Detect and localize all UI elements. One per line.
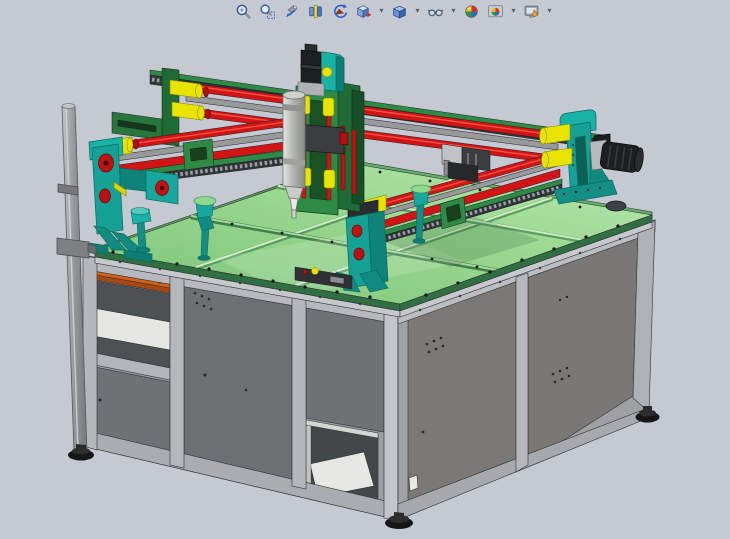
pole-collar: [57, 238, 89, 258]
slide-detail: [340, 132, 348, 145]
red-knob: [303, 270, 307, 274]
zoom-to-fit-button[interactable]: [233, 1, 254, 22]
hide-show-items-dropdown-arrow-icon[interactable]: ▾: [449, 1, 458, 21]
table-hole: [606, 201, 626, 211]
previous-view-icon: [283, 3, 300, 20]
pulley-hub: [352, 225, 362, 237]
slider-slot: [190, 147, 207, 161]
clamp-base: [413, 239, 425, 244]
yellow-knob: [322, 67, 332, 77]
rotate-view-button[interactable]: [329, 1, 350, 22]
clamp-cup-top: [194, 197, 216, 206]
tool-bit: [292, 210, 296, 218]
view-settings-icon: [523, 3, 540, 20]
hide-show-items-icon: [427, 3, 444, 20]
view-orientation-icon: [355, 3, 372, 20]
zoom-to-fit-icon: [235, 3, 252, 20]
apply-scene-icon: [487, 3, 504, 20]
pulley-hub: [100, 189, 111, 203]
vent: [409, 475, 418, 491]
section-view-button[interactable]: [305, 1, 326, 22]
clamp-base: [136, 247, 150, 253]
collar-knob: [88, 244, 96, 254]
3d-viewport[interactable]: [0, 0, 730, 539]
bracket-side: [336, 56, 344, 92]
view-settings-button[interactable]: [521, 1, 542, 22]
view-toolbar: ▾ ▾ ▾: [233, 0, 554, 22]
rotate-view-icon: [331, 3, 348, 20]
clamp-cup-top: [411, 185, 431, 193]
zoom-to-area-button[interactable]: [257, 1, 278, 22]
display-style-dropdown-arrow-icon[interactable]: ▾: [413, 1, 422, 21]
hub-center: [104, 161, 109, 166]
clamp-base: [198, 256, 210, 261]
clamp-head-top: [131, 208, 149, 215]
zoom-to-area-icon: [259, 3, 276, 20]
hub-center: [160, 186, 164, 190]
edit-appearance-icon: [463, 3, 480, 20]
yellow-knob: [312, 268, 319, 275]
motor-body: [599, 141, 640, 173]
view-orientation-dropdown-arrow-icon[interactable]: ▾: [377, 1, 386, 21]
previous-view-button[interactable]: [281, 1, 302, 22]
pole-cap: [62, 104, 75, 109]
apply-scene-button[interactable]: [485, 1, 506, 22]
display-style-button[interactable]: [389, 1, 410, 22]
apply-scene-dropdown-arrow-icon[interactable]: ▾: [509, 1, 518, 21]
view-settings-dropdown-arrow-icon[interactable]: ▾: [545, 1, 554, 21]
cad-viewport-window: ▾ ▾ ▾: [0, 0, 730, 539]
panel: [184, 278, 292, 486]
spindle-top: [283, 91, 305, 99]
pulley-hub: [354, 248, 364, 260]
view-orientation-button[interactable]: [353, 1, 374, 22]
section-view-icon: [307, 3, 324, 20]
edit-appearance-button[interactable]: [461, 1, 482, 22]
display-style-icon: [391, 3, 408, 20]
z-rod: [352, 130, 356, 194]
hide-show-items-button[interactable]: [425, 1, 446, 22]
spindle-motor[interactable]: [298, 44, 324, 96]
